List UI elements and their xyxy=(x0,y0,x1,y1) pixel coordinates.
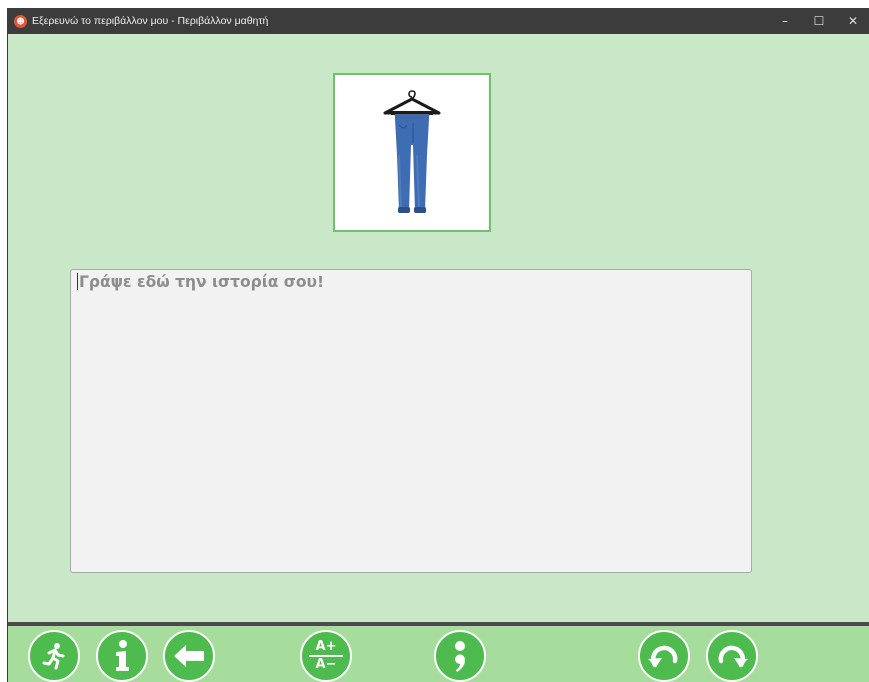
info-icon xyxy=(116,640,129,671)
bottom-toolbar: A+ A− xyxy=(8,626,869,682)
font-decrease-label: A− xyxy=(315,657,337,672)
semicolon-icon xyxy=(455,641,466,672)
undo-button[interactable] xyxy=(638,630,690,682)
app-window: ☻ Εξερευνώ το περιβάλλον μου - Περιβάλλο… xyxy=(7,8,869,682)
redo-icon xyxy=(718,645,748,668)
font-increase-label: A+ xyxy=(315,639,337,654)
font-size-button[interactable]: A+ A− xyxy=(300,630,352,682)
picture-frame xyxy=(333,73,491,232)
story-input[interactable]: Γράψε εδώ την ιστορία σου! xyxy=(70,269,752,573)
text-caret xyxy=(77,273,78,290)
app-icon: ☻ xyxy=(14,14,27,28)
arrow-left-icon xyxy=(174,645,204,667)
punctuation-button[interactable] xyxy=(434,630,486,682)
title-bar: ☻ Εξερευνώ το περιβάλλον μου - Περιβάλλο… xyxy=(8,8,869,34)
minimize-button[interactable]: – xyxy=(768,8,802,34)
info-button[interactable] xyxy=(96,630,148,682)
window-controls: – ☐ ✕ xyxy=(768,8,869,34)
font-size-icon: A+ A− xyxy=(309,640,343,672)
maximize-button[interactable]: ☐ xyxy=(802,8,836,34)
close-button[interactable]: ✕ xyxy=(836,8,869,34)
window-title: Εξερευνώ το περιβάλλον μου - Περιβάλλον … xyxy=(32,15,269,27)
exit-button[interactable] xyxy=(28,630,80,682)
running-man-icon xyxy=(42,643,65,670)
redo-button[interactable] xyxy=(706,630,758,682)
back-button[interactable] xyxy=(163,630,215,682)
story-placeholder: Γράψε εδώ την ιστορία σου! xyxy=(79,273,325,291)
undo-icon xyxy=(648,645,678,668)
pants-image xyxy=(383,89,441,213)
